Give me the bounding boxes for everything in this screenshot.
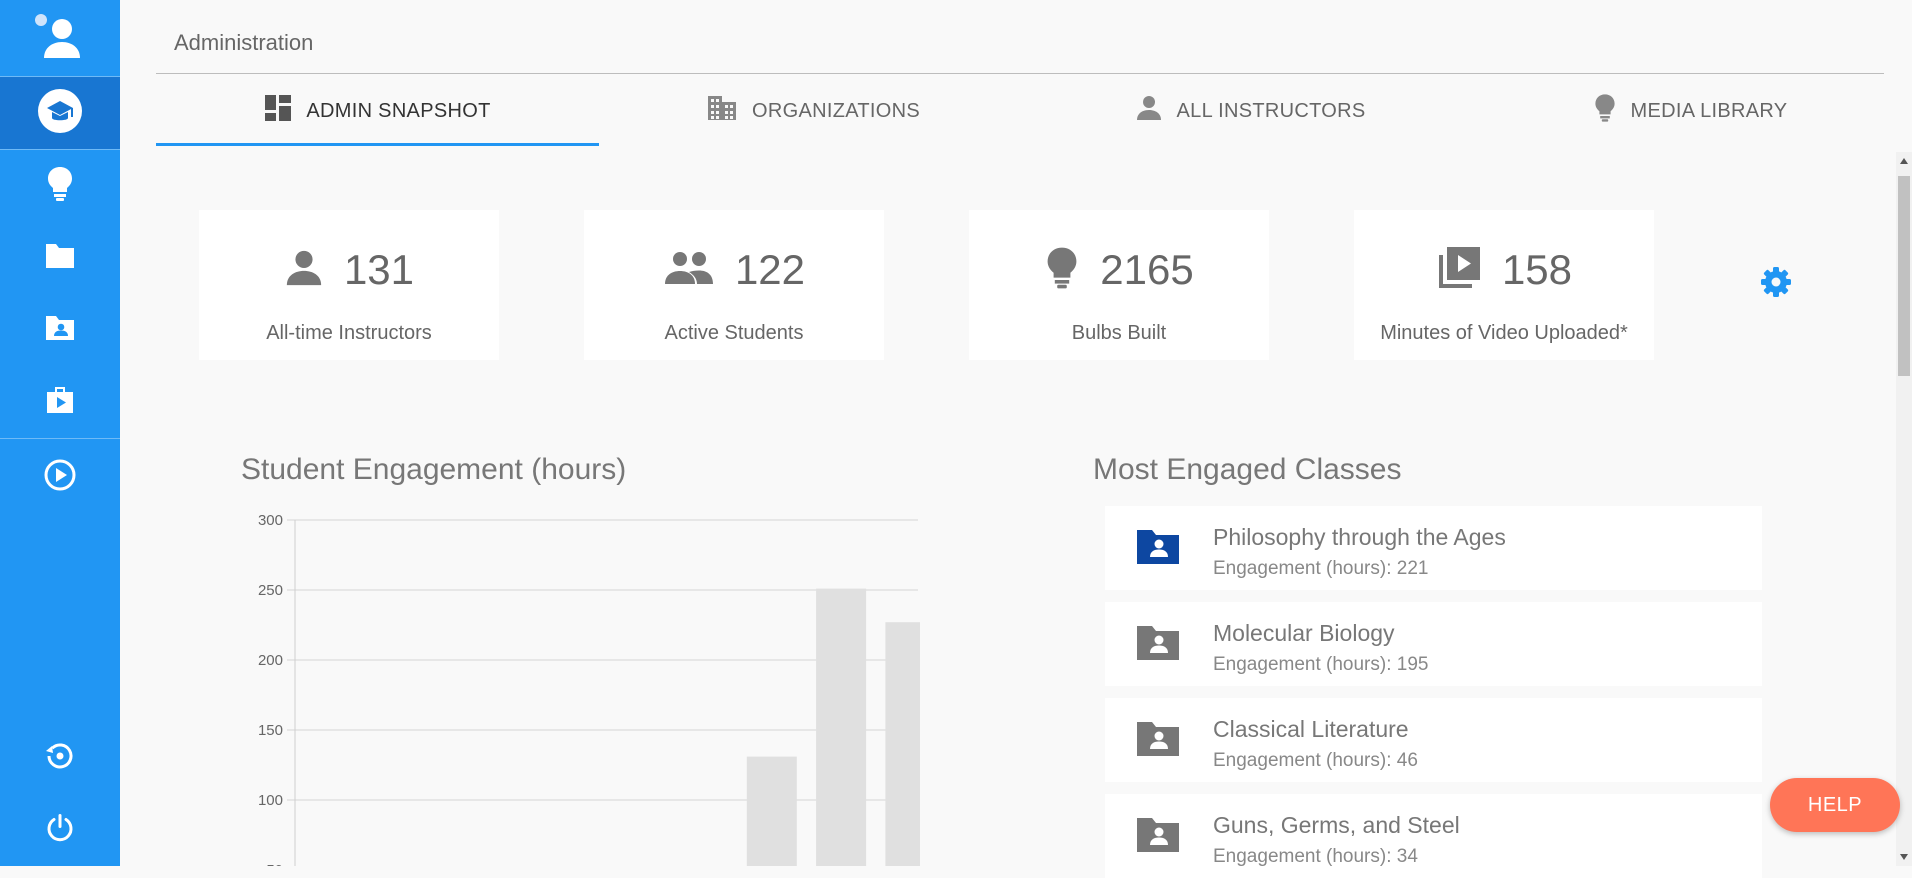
scroll-up-arrow-icon[interactable] xyxy=(1900,158,1908,164)
class-name: Classical Literature xyxy=(1213,716,1409,742)
help-button[interactable]: HELP xyxy=(1770,778,1900,832)
video-library-icon xyxy=(1436,245,1482,296)
class-folder-icon xyxy=(1135,718,1181,763)
sidebar-item-bulbs[interactable] xyxy=(0,162,120,210)
graduation-cap-icon xyxy=(37,88,83,139)
y-tick-label: 50 xyxy=(266,862,283,866)
stat-value: 2165 xyxy=(1100,246,1194,293)
class-item-2[interactable]: Molecular Biology Engagement (hours): 19… xyxy=(1105,602,1762,686)
people-icon xyxy=(663,250,715,291)
briefcase-video-icon xyxy=(43,384,77,421)
settings-gear-button[interactable] xyxy=(1760,266,1792,303)
class-folder-icon xyxy=(1135,526,1181,571)
class-folder-icon xyxy=(43,314,77,347)
stat-value: 158 xyxy=(1501,246,1573,293)
engagement-bar-chart: 300 250 200 150 100 50 xyxy=(258,512,920,866)
sidebar-divider xyxy=(0,149,120,150)
y-tick-label: 200 xyxy=(258,652,283,669)
stat-card-bulbs: 2165 Bulbs Built xyxy=(969,210,1269,360)
tab-label: ALL INSTRUCTORS xyxy=(1176,99,1366,122)
class-name: Guns, Germs, and Steel xyxy=(1213,812,1460,838)
page-title: Administration xyxy=(174,30,314,55)
class-folder-icon xyxy=(1135,814,1181,859)
sidebar-item-play[interactable] xyxy=(0,452,120,502)
stat-card-video: 158 Minutes of Video Uploaded* xyxy=(1354,210,1654,360)
scrollbar-thumb[interactable] xyxy=(1898,176,1910,376)
lightbulb-icon xyxy=(1044,245,1080,296)
scroll-down-arrow-icon[interactable] xyxy=(1900,854,1908,860)
stat-value: 122 xyxy=(734,246,806,293)
section-title: Most Engaged Classes xyxy=(1093,453,1402,486)
lightbulb-icon xyxy=(45,165,75,208)
tab-label: ADMIN SNAPSHOT xyxy=(306,99,491,122)
stat-label: Active Students xyxy=(664,322,804,344)
stat-label: All-time Instructors xyxy=(266,322,432,344)
stat-card-instructors: 131 All-time Instructors xyxy=(199,210,499,360)
class-name: Molecular Biology xyxy=(1213,620,1395,646)
dashboard-icon xyxy=(264,94,292,128)
class-engagement: Engagement (hours): 221 xyxy=(1213,558,1429,579)
class-engagement: Engagement (hours): 46 xyxy=(1213,750,1418,771)
tab-organizations[interactable]: ORGANIZATIONS xyxy=(658,76,968,146)
class-engagement: Engagement (hours): 195 xyxy=(1213,654,1429,675)
stat-label: Bulbs Built xyxy=(1071,322,1167,344)
sidebar-item-folders[interactable] xyxy=(0,234,120,282)
building-icon xyxy=(706,94,738,128)
stat-value: 131 xyxy=(343,246,415,293)
sidebar-divider xyxy=(0,438,120,439)
y-tick-label: 300 xyxy=(258,512,283,529)
y-tick-label: 150 xyxy=(258,722,283,739)
gear-icon xyxy=(1760,267,1792,302)
sidebar-item-classes[interactable] xyxy=(0,306,120,354)
stat-card-students: 122 Active Students xyxy=(584,210,884,360)
header-divider xyxy=(156,73,1884,74)
chart-bar xyxy=(816,588,867,866)
stat-label: Minutes of Video Uploaded* xyxy=(1380,322,1628,344)
person-icon xyxy=(284,248,324,293)
class-engagement: Engagement (hours): 34 xyxy=(1213,846,1418,867)
class-item-1[interactable]: Philosophy through the Ages Engagement (… xyxy=(1105,506,1762,590)
tab-label: ORGANIZATIONS xyxy=(752,99,920,122)
class-item-3[interactable]: Classical Literature Engagement (hours):… xyxy=(1105,698,1762,782)
lightbulb-icon xyxy=(1593,92,1617,130)
power-icon xyxy=(44,811,76,850)
tab-media-library[interactable]: MEDIA LIBRARY xyxy=(1560,76,1820,146)
class-folder-icon xyxy=(1135,622,1181,667)
play-circle-icon xyxy=(43,458,77,497)
y-tick-label: 100 xyxy=(258,792,283,809)
history-icon xyxy=(43,739,77,778)
sidebar-item-admin[interactable] xyxy=(0,77,120,149)
person-icon xyxy=(1135,94,1163,128)
y-tick-label: 250 xyxy=(258,582,283,599)
tab-label: MEDIA LIBRARY xyxy=(1630,99,1788,122)
chart-title: Student Engagement (hours) xyxy=(241,453,627,486)
tab-all-instructors[interactable]: ALL INSTRUCTORS xyxy=(1100,76,1400,146)
chart-bar xyxy=(746,756,797,866)
scrollbar[interactable] xyxy=(1896,152,1912,866)
class-name: Philosophy through the Ages xyxy=(1213,524,1506,550)
chart-bar xyxy=(885,622,920,866)
sidebar-item-history[interactable] xyxy=(0,734,120,782)
tab-indicator xyxy=(156,143,599,146)
folder-icon xyxy=(43,242,77,275)
tab-admin-snapshot[interactable]: ADMIN SNAPSHOT xyxy=(156,76,599,146)
sidebar-item-logout[interactable] xyxy=(0,806,120,854)
class-item-4[interactable]: Guns, Germs, and Steel Engagement (hours… xyxy=(1105,794,1762,878)
profile-icon xyxy=(32,10,88,67)
sidebar-profile[interactable] xyxy=(0,0,120,76)
sidebar xyxy=(0,0,120,866)
sidebar-item-media[interactable] xyxy=(0,378,120,426)
